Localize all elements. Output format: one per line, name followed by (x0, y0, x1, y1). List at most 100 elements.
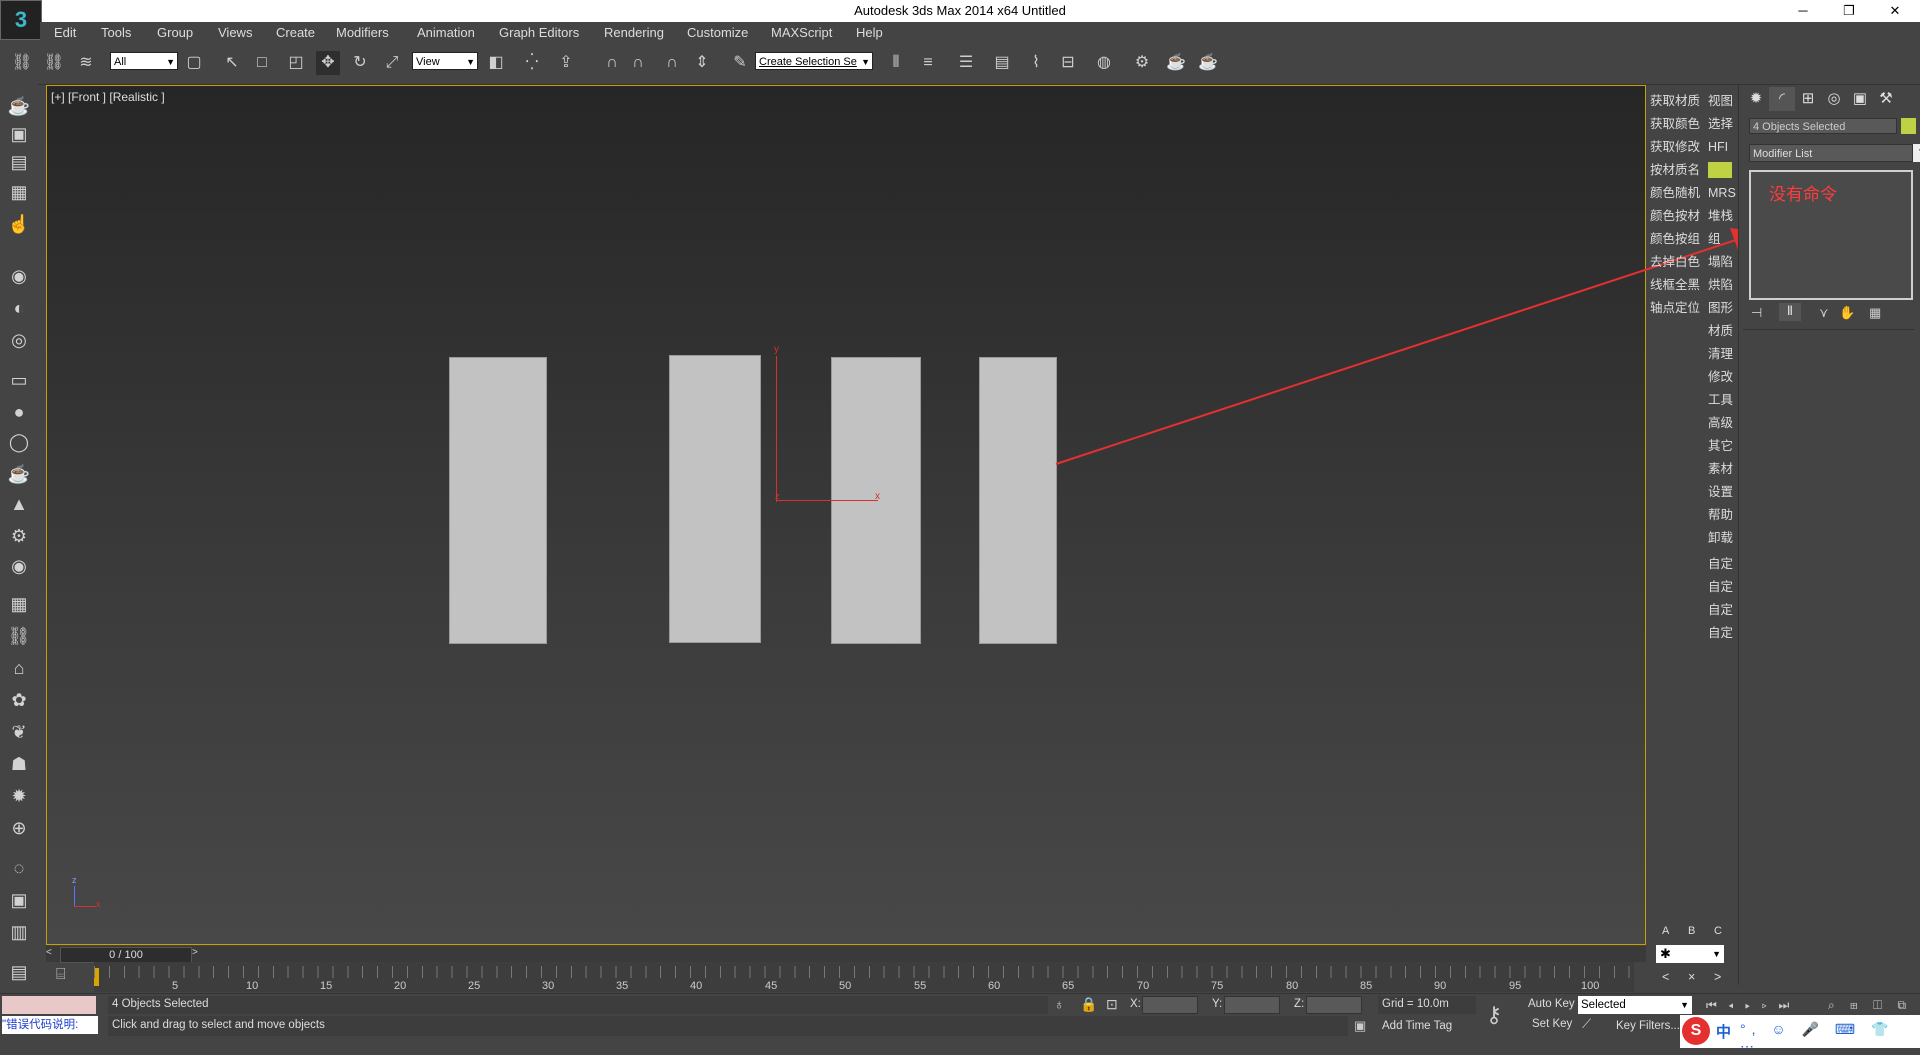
script-btn-bake[interactable]: 烘陷 (1708, 275, 1733, 295)
script-color-swatch[interactable] (1708, 162, 1732, 178)
script-btn-collapse[interactable]: 塌陷 (1708, 252, 1733, 272)
script-btn-hfi[interactable]: HFI (1708, 137, 1728, 157)
script-btn-custom-2[interactable]: 自定 (1708, 577, 1733, 597)
auto-key-button[interactable]: Auto Key (1528, 998, 1575, 1010)
ime-tool-icons[interactable]: °, ☺ 🎤 ⌨ 👕 ⋯ (1740, 1021, 1920, 1055)
time-slider-thumb[interactable]: 0 / 100 (60, 947, 192, 963)
script-btn-get-color[interactable]: 获取颜色 (1650, 114, 1700, 134)
script-nav-close[interactable]: × (1688, 967, 1695, 987)
tick-label: 15 (320, 980, 333, 992)
script-btn-custom-3[interactable]: 自定 (1708, 600, 1733, 620)
track-bar[interactable]: 5 10 15 20 25 30 35 40 45 50 55 60 65 70… (94, 962, 1634, 992)
make-unique-icon[interactable]: ⋎ (1819, 305, 1829, 321)
tick-label: 65 (1062, 980, 1075, 992)
script-btn-advanced[interactable]: 高级 (1708, 413, 1733, 433)
configure-sets-icon[interactable]: ▦ (1869, 305, 1881, 321)
object-color-swatch[interactable] (1901, 118, 1916, 134)
time-next-icon[interactable]: > (192, 947, 204, 961)
script-button-panel: 获取材质 获取颜色 获取修改 按材质名 颜色随机 颜色按材 颜色按组 去掉白色 … (1648, 85, 1736, 984)
modify-tab-icon[interactable]: ◜ (1769, 87, 1795, 111)
modifier-list-dropdown[interactable]: Modifier List (1749, 144, 1913, 162)
ime-mode-text[interactable]: 中 (1716, 1021, 1731, 1042)
script-btn-wireframe-black[interactable]: 线框全黑 (1650, 275, 1700, 295)
x-coordinate-field[interactable] (1142, 996, 1198, 1014)
script-tab-b[interactable]: B (1688, 921, 1695, 941)
lock-icon[interactable]: 🔒 (1080, 996, 1097, 1013)
script-btn-random-color[interactable]: 颜色随机 (1650, 183, 1700, 203)
tick-label: 100 (1581, 980, 1600, 992)
script-tab-a[interactable]: A (1662, 921, 1669, 941)
add-time-tag-button[interactable]: Add Time Tag (1382, 1020, 1452, 1032)
z-coordinate-field[interactable] (1306, 996, 1362, 1014)
script-btn-view[interactable]: 视图 (1708, 91, 1733, 111)
script-btn-remove-white[interactable]: 去掉白色 (1650, 252, 1700, 272)
hierarchy-tab-icon[interactable]: ⊞ (1795, 87, 1821, 111)
sogou-ime-icon[interactable]: S (1682, 1017, 1710, 1045)
script-btn-settings[interactable]: 设置 (1708, 482, 1733, 502)
status-bar: "错误代码说明: 4 Objects Selected Click and dr… (0, 993, 1920, 1049)
create-tab-icon[interactable]: ✹ (1743, 87, 1769, 111)
show-end-result-icon[interactable]: Ⅱ (1779, 303, 1801, 321)
key-curve-icon[interactable]: ⟋ (1582, 1016, 1591, 1032)
script-btn-stack[interactable]: 堆栈 (1708, 206, 1733, 226)
script-btn-modify[interactable]: 修改 (1708, 367, 1733, 387)
key-mode-dropdown[interactable]: Selected ▼ (1578, 996, 1692, 1014)
script-btn-color-by-material[interactable]: 颜色按材 (1650, 206, 1700, 226)
selection-info-text: 4 Objects Selected (112, 998, 209, 1010)
script-btn-pivot-position[interactable]: 轴点定位 (1650, 298, 1700, 318)
tick-label: 25 (468, 980, 481, 992)
script-btn-shape[interactable]: 图形 (1708, 298, 1733, 318)
script-btn-group[interactable]: 组 (1708, 229, 1721, 249)
absolute-mode-icon[interactable]: ⊡ (1106, 996, 1118, 1013)
viewport-nav-controls[interactable]: ⌕ ⊞ ◫ ⧉ (1828, 998, 1912, 1013)
isolate-selection-icon[interactable]: ♁ (1054, 996, 1065, 1012)
mini-curve-editor-icon[interactable]: ⌸ (56, 966, 66, 984)
maxscript-output[interactable]: "错误代码说明: (2, 1016, 98, 1034)
script-btn-tools[interactable]: 工具 (1708, 390, 1733, 410)
playback-controls[interactable]: ⏮ ◂ ▸ ▹ ⏭ (1706, 998, 1793, 1013)
tick-label: 60 (988, 980, 1001, 992)
script-btn-select[interactable]: 选择 (1708, 114, 1733, 134)
pin-stack-icon[interactable]: ⊣ (1751, 305, 1762, 321)
grid-size-text: Grid = 10.0m (1382, 998, 1449, 1010)
chevron-down-icon[interactable]: ▼ (1913, 144, 1920, 162)
script-btn-get-material[interactable]: 获取材质 (1650, 91, 1700, 111)
tick-label: 35 (616, 980, 629, 992)
script-btn-material[interactable]: 材质 (1708, 321, 1733, 341)
time-tag-icon[interactable]: ▣ (1354, 1018, 1366, 1034)
script-nav-prev[interactable]: < (1662, 967, 1669, 987)
object-name-field[interactable]: 4 Objects Selected (1749, 118, 1897, 134)
script-btn-get-modifier[interactable]: 获取修改 (1650, 137, 1700, 157)
remove-modifier-icon[interactable]: ✋ (1839, 305, 1855, 321)
script-btn-other[interactable]: 其它 (1708, 436, 1733, 456)
key-icon[interactable]: ⚷ (1486, 1002, 1502, 1028)
modifier-stack[interactable]: 没有命令 (1749, 170, 1913, 300)
maxscript-listener-mini[interactable] (2, 996, 96, 1014)
x-label: X: (1130, 998, 1141, 1010)
script-btn-mrs[interactable]: MRS (1708, 183, 1736, 203)
y-coordinate-field[interactable] (1224, 996, 1280, 1014)
tick-label: 40 (690, 980, 703, 992)
asterisk-dropdown[interactable]: ✱ ▼ (1656, 945, 1724, 963)
script-btn-clean[interactable]: 清理 (1708, 344, 1733, 364)
tick-label: 75 (1211, 980, 1224, 992)
track-ticks (94, 966, 1634, 978)
script-btn-custom-1[interactable]: 自定 (1708, 554, 1733, 574)
script-btn-color-by-group[interactable]: 颜色按组 (1650, 229, 1700, 249)
script-btn-custom-4[interactable]: 自定 (1708, 623, 1733, 643)
key-filters-button[interactable]: Key Filters... (1616, 1020, 1680, 1032)
selection-info-bar: 4 Objects Selected (108, 996, 1048, 1014)
script-btn-uninstall[interactable]: 卸载 (1708, 528, 1733, 548)
time-slider[interactable]: < 0 / 100 > (46, 946, 1646, 963)
utilities-tab-icon[interactable]: ⚒ (1873, 87, 1899, 111)
script-btn-by-material-name[interactable]: 按材质名 (1650, 160, 1700, 180)
motion-tab-icon[interactable]: ◎ (1821, 87, 1847, 111)
script-tab-c[interactable]: C (1714, 921, 1722, 941)
script-nav-next[interactable]: > (1714, 967, 1721, 987)
script-btn-help[interactable]: 帮助 (1708, 505, 1733, 525)
display-tab-icon[interactable]: ▣ (1847, 87, 1873, 111)
chevron-down-icon: ▼ (1680, 1000, 1689, 1010)
time-prev-icon[interactable]: < (46, 947, 58, 961)
set-key-button[interactable]: Set Key (1532, 1018, 1572, 1030)
script-btn-assets[interactable]: 素材 (1708, 459, 1733, 479)
